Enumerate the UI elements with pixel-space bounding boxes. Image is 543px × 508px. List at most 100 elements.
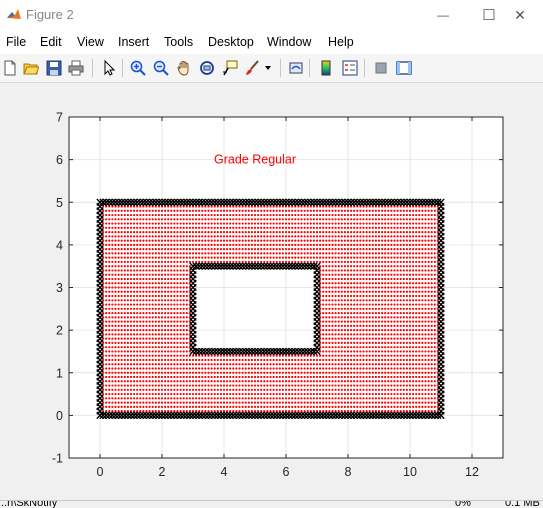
new-figure-button[interactable] [0, 58, 20, 78]
interior-point [319, 375, 322, 379]
interior-point [198, 230, 201, 234]
interior-point [260, 392, 263, 396]
interior-point [408, 260, 412, 264]
interior-point [176, 222, 179, 225]
brush-icon [246, 60, 259, 75]
interior-point [353, 333, 356, 336]
data-cursor-button[interactable] [220, 58, 240, 78]
interior-point [384, 371, 387, 374]
interior-point [359, 371, 362, 374]
zoom-in-button[interactable] [128, 58, 148, 78]
interior-point [340, 286, 343, 289]
zoom-out-button[interactable] [151, 58, 171, 78]
interior-point [340, 388, 343, 391]
menu-tools[interactable]: Tools [164, 35, 193, 49]
interior-point [430, 290, 433, 293]
interior-point [235, 213, 238, 217]
interior-point [424, 316, 427, 319]
interior-point [145, 329, 148, 332]
interior-point [133, 358, 136, 362]
interior-point [374, 384, 377, 387]
interior-point [108, 405, 111, 408]
interior-point [142, 397, 145, 400]
interior-point [157, 341, 160, 345]
link-plot-button[interactable] [286, 58, 306, 78]
open-file-button[interactable] [21, 58, 41, 78]
interior-point [238, 401, 241, 404]
interior-point [139, 239, 142, 242]
interior-point [393, 277, 396, 281]
interior-point [343, 341, 346, 345]
select-arrow-button[interactable] [99, 58, 119, 78]
interior-point [238, 388, 241, 391]
interior-point [325, 269, 328, 272]
interior-point [328, 397, 331, 400]
menu-window[interactable]: Window [267, 35, 311, 49]
interior-point [396, 256, 399, 259]
interior-point [415, 235, 418, 238]
insert-colorbar-button[interactable] [316, 58, 336, 78]
interior-point [331, 320, 334, 323]
menu-help[interactable]: Help [328, 35, 354, 49]
interior-point [433, 282, 436, 285]
interior-point [415, 282, 418, 285]
interior-point [300, 358, 303, 362]
interior-point [322, 260, 325, 264]
interior-point [164, 239, 167, 242]
interior-point [105, 380, 108, 383]
brush-dropdown-button[interactable] [262, 58, 274, 78]
interior-point [415, 230, 418, 234]
interior-point [325, 392, 328, 396]
plot-svg[interactable]: 0 2 4 6 8 10 12-101234567 Grade Regular [0, 84, 543, 500]
interior-point [315, 367, 319, 370]
interior-point [269, 397, 272, 400]
print-button[interactable] [66, 58, 86, 78]
interior-point [387, 392, 390, 396]
interior-point [405, 401, 408, 404]
interior-point [250, 380, 253, 383]
interior-point [133, 375, 136, 379]
interior-point [412, 341, 415, 345]
interior-point [154, 405, 157, 408]
close-button[interactable]: ✕ [497, 0, 543, 30]
interior-point [405, 307, 408, 310]
interior-point [433, 354, 436, 357]
insert-legend-button[interactable] [340, 58, 360, 78]
interior-point [340, 397, 343, 400]
interior-point [362, 265, 365, 268]
menu-edit[interactable]: Edit [40, 35, 62, 49]
interior-point [421, 410, 424, 413]
interior-point [331, 235, 334, 238]
interior-point [412, 248, 415, 251]
interior-point [312, 392, 315, 396]
menu-file[interactable]: File [6, 35, 26, 49]
interior-point [322, 333, 325, 336]
interior-point [350, 205, 353, 208]
interior-point [362, 405, 365, 408]
interior-point [216, 239, 219, 242]
interior-point [300, 222, 303, 225]
interior-point [195, 235, 198, 238]
interior-point [213, 243, 216, 246]
figure-canvas[interactable]: 0 2 4 6 8 10 12 -1 0 1 2 3 4 5 6 7 Grade Regular [0, 84, 543, 500]
interior-point [377, 311, 381, 315]
menu-desktop[interactable]: Desktop [208, 35, 254, 49]
interior-point [377, 205, 381, 208]
interior-point [167, 294, 170, 298]
save-button[interactable] [44, 58, 64, 78]
hide-plot-tools-button[interactable] [371, 58, 391, 78]
interior-point [266, 363, 269, 366]
minimize-button[interactable]: — [420, 0, 466, 30]
interior-point [244, 248, 247, 251]
interior-point [102, 209, 105, 212]
interior-point [108, 265, 111, 268]
interior-point [346, 397, 350, 400]
interior-point [133, 269, 136, 272]
menu-view[interactable]: View [77, 35, 104, 49]
pan-button[interactable] [174, 58, 194, 78]
show-plot-tools-button[interactable] [394, 58, 414, 78]
brush-button[interactable] [242, 58, 262, 78]
rotate-3d-button[interactable] [197, 58, 217, 78]
menu-insert[interactable]: Insert [118, 35, 149, 49]
interior-point [120, 350, 123, 353]
